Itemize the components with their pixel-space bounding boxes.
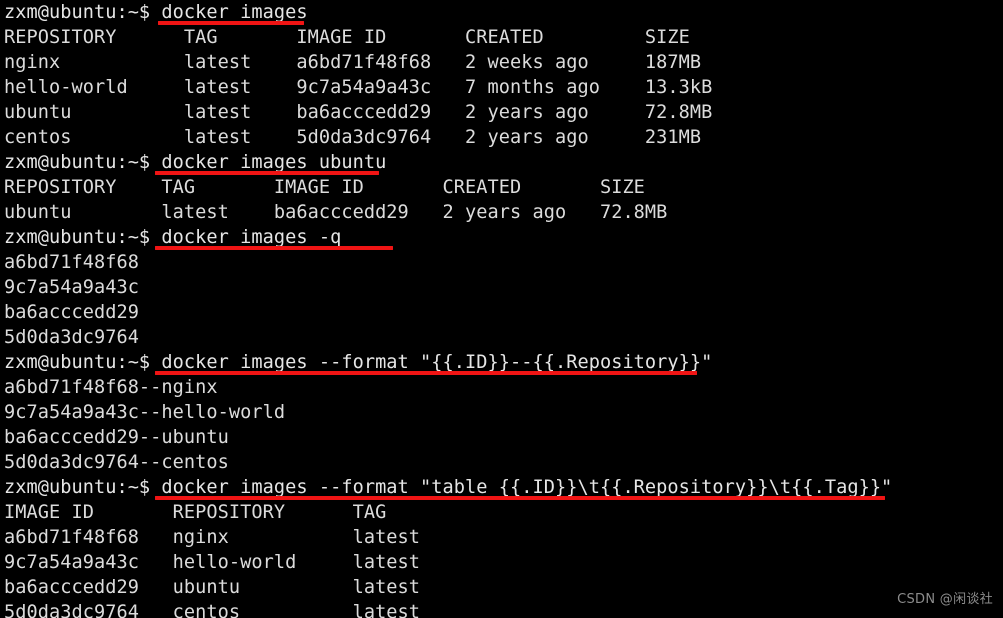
shell-command-text: docker images -q bbox=[161, 227, 342, 248]
terminal-window[interactable]: zxm@ubuntu:~$ docker images REPOSITORY TA… bbox=[0, 0, 1003, 618]
terminal-output-line: 9c7a54a9a43c--hello-world bbox=[0, 400, 892, 425]
terminal-screen[interactable]: zxm@ubuntu:~$ docker images REPOSITORY TA… bbox=[0, 0, 892, 618]
terminal-output-line: 9c7a54a9a43c hello-world latest bbox=[0, 550, 892, 575]
shell-output-text: ubuntu latest ba6acccedd29 2 years ago 7… bbox=[4, 102, 713, 123]
terminal-output-line: hello-world latest 9c7a54a9a43c 7 months… bbox=[0, 75, 892, 100]
shell-prompt: zxm@ubuntu:~$ bbox=[4, 2, 162, 23]
shell-output-text: IMAGE ID REPOSITORY TAG bbox=[4, 502, 387, 523]
terminal-output-line: 9c7a54a9a43c bbox=[0, 275, 892, 300]
terminal-output-line: nginx latest a6bd71f48f68 2 weeks ago 18… bbox=[0, 50, 892, 75]
shell-output-text: ba6acccedd29 ubuntu latest bbox=[4, 577, 421, 598]
shell-prompt: zxm@ubuntu:~$ bbox=[4, 152, 162, 173]
shell-output-text: 5d0da3dc9764--centos bbox=[4, 452, 229, 473]
shell-command-text: docker images --format "{{.ID}}--{{.Repo… bbox=[161, 352, 713, 373]
shell-output-text: a6bd71f48f68 bbox=[4, 252, 139, 273]
shell-output-text: REPOSITORY TAG IMAGE ID CREATED SIZE bbox=[4, 177, 645, 198]
command-highlight-underline bbox=[158, 21, 304, 25]
terminal-output-line: ubuntu latest ba6acccedd29 2 years ago 7… bbox=[0, 200, 892, 225]
shell-command-text: docker images --format "table {{.ID}}\t{… bbox=[161, 477, 893, 498]
shell-command-text: docker images ubuntu bbox=[161, 152, 387, 173]
terminal-output-line: REPOSITORY TAG IMAGE ID CREATED SIZE bbox=[0, 25, 892, 50]
command-highlight-underline bbox=[155, 246, 393, 250]
terminal-output-line: 5d0da3dc9764 centos latest bbox=[0, 600, 892, 618]
shell-output-text: a6bd71f48f68--nginx bbox=[4, 377, 218, 398]
terminal-output-line: 5d0da3dc9764--centos bbox=[0, 450, 892, 475]
shell-output-text: REPOSITORY TAG IMAGE ID CREATED SIZE bbox=[4, 27, 690, 48]
command-highlight-underline bbox=[155, 371, 697, 375]
shell-command-text: docker images bbox=[161, 2, 308, 23]
shell-prompt: zxm@ubuntu:~$ bbox=[4, 352, 162, 373]
terminal-output-line: ba6acccedd29 bbox=[0, 300, 892, 325]
terminal-output-line: ubuntu latest ba6acccedd29 2 years ago 7… bbox=[0, 100, 892, 125]
terminal-output-line: REPOSITORY TAG IMAGE ID CREATED SIZE bbox=[0, 175, 892, 200]
shell-output-text: centos latest 5d0da3dc9764 2 years ago 2… bbox=[4, 127, 702, 148]
terminal-output-line: centos latest 5d0da3dc9764 2 years ago 2… bbox=[0, 125, 892, 150]
shell-output-text: 9c7a54a9a43c--hello-world bbox=[4, 402, 286, 423]
terminal-output-line: ba6acccedd29 ubuntu latest bbox=[0, 575, 892, 600]
command-highlight-underline bbox=[155, 171, 379, 175]
watermark-label: CSDN @闲谈社 bbox=[897, 592, 993, 607]
shell-output-text: nginx latest a6bd71f48f68 2 weeks ago 18… bbox=[4, 52, 702, 73]
shell-output-text: ubuntu latest ba6acccedd29 2 years ago 7… bbox=[4, 202, 668, 223]
terminal-output-line: a6bd71f48f68 bbox=[0, 250, 892, 275]
command-highlight-underline bbox=[155, 496, 885, 500]
shell-output-text: 9c7a54a9a43c hello-world latest bbox=[4, 552, 421, 573]
terminal-command-line: zxm@ubuntu:~$ docker images ubuntu bbox=[0, 150, 892, 175]
shell-output-text: ba6acccedd29 bbox=[4, 302, 139, 323]
terminal-output-line: a6bd71f48f68--nginx bbox=[0, 375, 892, 400]
terminal-command-line: zxm@ubuntu:~$ docker images bbox=[0, 0, 892, 25]
shell-prompt: zxm@ubuntu:~$ bbox=[4, 227, 162, 248]
terminal-command-line: zxm@ubuntu:~$ docker images -q bbox=[0, 225, 892, 250]
terminal-output-line: ba6acccedd29--ubuntu bbox=[0, 425, 892, 450]
shell-output-text: 5d0da3dc9764 bbox=[4, 327, 139, 348]
shell-output-text: 9c7a54a9a43c bbox=[4, 277, 139, 298]
shell-output-text: a6bd71f48f68 nginx latest bbox=[4, 527, 421, 548]
shell-output-text: hello-world latest 9c7a54a9a43c 7 months… bbox=[4, 77, 713, 98]
terminal-output-line: a6bd71f48f68 nginx latest bbox=[0, 525, 892, 550]
shell-output-text: 5d0da3dc9764 centos latest bbox=[4, 602, 421, 618]
terminal-output-line: IMAGE ID REPOSITORY TAG bbox=[0, 500, 892, 525]
terminal-output-line: 5d0da3dc9764 bbox=[0, 325, 892, 350]
shell-prompt: zxm@ubuntu:~$ bbox=[4, 477, 162, 498]
shell-output-text: ba6acccedd29--ubuntu bbox=[4, 427, 229, 448]
